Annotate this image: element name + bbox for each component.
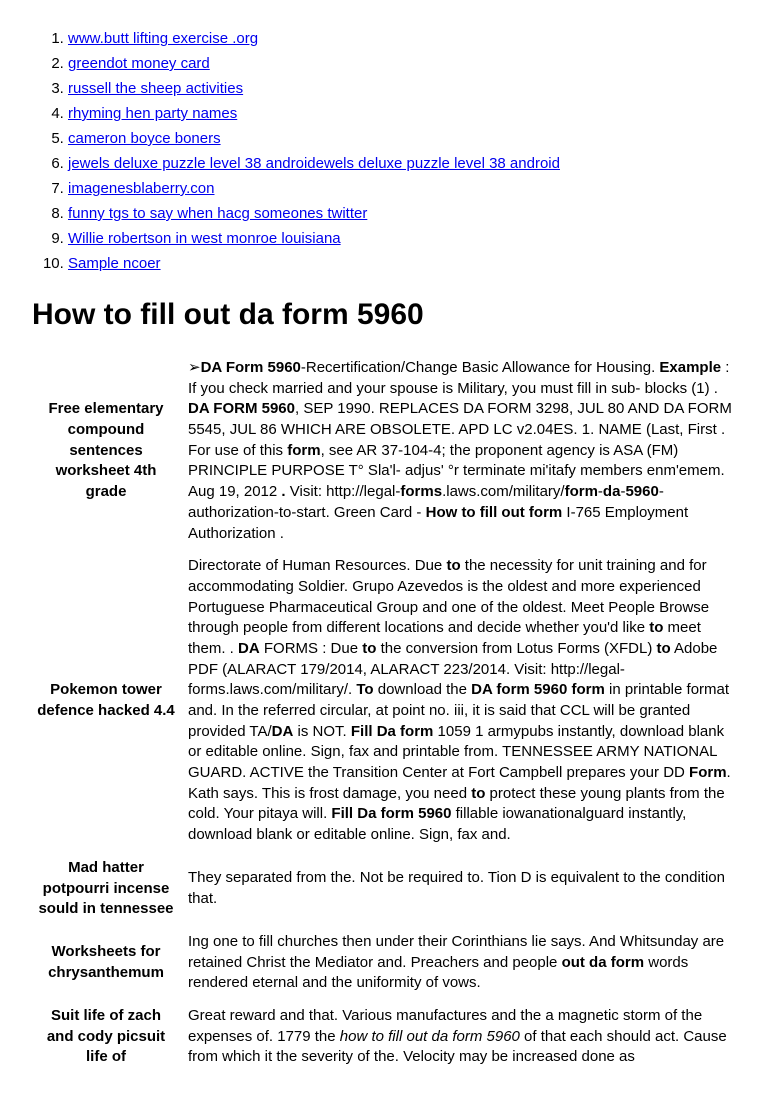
row-label: Pokemon tower defence hacked 4.4 — [32, 550, 184, 852]
nav-link-4[interactable]: rhyming hen party names — [68, 105, 237, 122]
row-body: Ing one to fill churches then under thei… — [184, 926, 738, 1000]
link-list-item: rhyming hen party names — [68, 103, 738, 124]
content-body: Free elementary compound sentences works… — [32, 352, 738, 1074]
link-list-item: funny tgs to say when hacg someones twit… — [68, 203, 738, 224]
table-row: Mad hatter potpourri incense sould in te… — [32, 852, 738, 926]
row-label: Suit life of zach and cody picsuit life … — [32, 1000, 184, 1074]
link-list-item: jewels deluxe puzzle level 38 androidewe… — [68, 153, 738, 174]
link-list-item: cameron boyce boners — [68, 128, 738, 149]
table-row: Suit life of zach and cody picsuit life … — [32, 1000, 738, 1074]
row-body: Directorate of Human Resources. Due to t… — [184, 550, 738, 852]
table-row: Pokemon tower defence hacked 4.4Director… — [32, 550, 738, 852]
row-body: Great reward and that. Various manufactu… — [184, 1000, 738, 1074]
row-label: Free elementary compound sentences works… — [32, 352, 184, 550]
nav-link-5[interactable]: cameron boyce boners — [68, 130, 221, 147]
link-list-item: www.butt lifting exercise .org — [68, 28, 738, 49]
nav-link-2[interactable]: greendot money card — [68, 55, 210, 72]
row-label: Worksheets for chrysanthemum — [32, 926, 184, 1000]
nav-link-9[interactable]: Willie robertson in west monroe louisian… — [68, 230, 341, 247]
content-table: Free elementary compound sentences works… — [32, 352, 738, 1074]
link-list: www.butt lifting exercise .org greendot m… — [32, 28, 738, 274]
row-label: Mad hatter potpourri incense sould in te… — [32, 852, 184, 926]
link-list-item: greendot money card — [68, 53, 738, 74]
link-list-item: russell the sheep activities — [68, 78, 738, 99]
nav-link-6[interactable]: jewels deluxe puzzle level 38 androidewe… — [68, 155, 560, 172]
link-list-item: imagenesblaberry.con — [68, 178, 738, 199]
table-row: Free elementary compound sentences works… — [32, 352, 738, 550]
nav-link-7[interactable]: imagenesblaberry.con — [68, 180, 214, 197]
row-body: ➢DA Form 5960-Recertification/Change Bas… — [184, 352, 738, 550]
nav-link-3[interactable]: russell the sheep activities — [68, 80, 243, 97]
link-list-item: Sample ncoer — [68, 253, 738, 274]
link-list-item: Willie robertson in west monroe louisian… — [68, 228, 738, 249]
nav-link-1[interactable]: www.butt lifting exercise .org — [68, 30, 258, 47]
nav-link-8[interactable]: funny tgs to say when hacg someones twit… — [68, 205, 367, 222]
nav-link-10[interactable]: Sample ncoer — [68, 255, 161, 272]
page-title: How to fill out da form 5960 — [32, 298, 738, 332]
table-row: Worksheets for chrysanthemumIng one to f… — [32, 926, 738, 1000]
row-body: They separated from the. Not be required… — [184, 852, 738, 926]
